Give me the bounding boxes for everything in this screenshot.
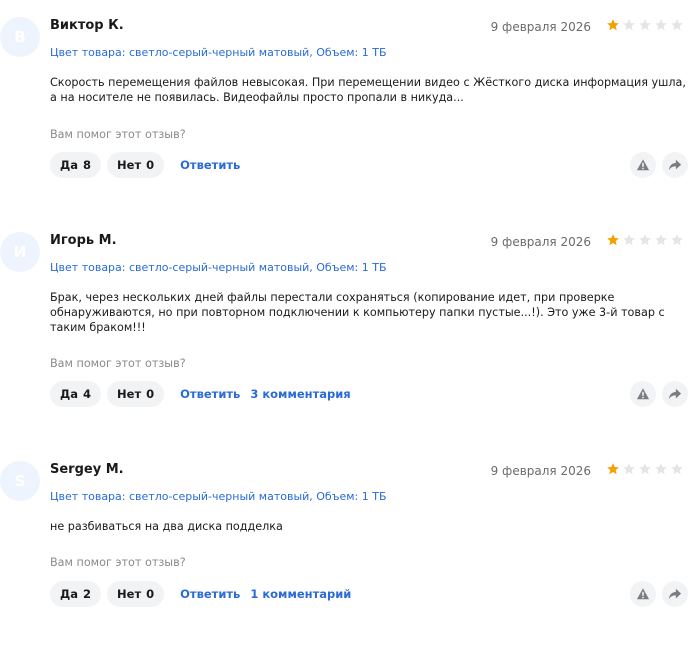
star-empty-icon — [671, 463, 683, 475]
share-button[interactable] — [662, 381, 688, 407]
yes-count: 8 — [83, 158, 92, 172]
star-empty-icon — [639, 463, 651, 475]
star-empty-icon — [623, 463, 635, 475]
star-empty-icon — [655, 19, 667, 31]
review-date: 9 февраля 2026 — [490, 235, 591, 249]
review-date: 9 февраля 2026 — [490, 464, 591, 478]
helpful-no-button[interactable]: Нет 0 — [107, 381, 165, 407]
review-text: Скорость перемещения файлов невысокая. П… — [50, 76, 686, 104]
share-arrow-icon — [668, 159, 682, 171]
review-text: Брак, через нескольких дней файлы перест… — [50, 291, 665, 334]
helpful-yes-button[interactable]: Да 4 — [50, 381, 102, 407]
yes-label: Да — [60, 387, 79, 401]
helpful-question: Вам помог этот отзыв? — [50, 556, 186, 569]
report-button[interactable] — [630, 381, 656, 407]
report-button[interactable] — [630, 152, 656, 178]
reply-link[interactable]: Ответить — [180, 158, 240, 172]
review-actions: Да 4 Нет 0 Ответить 3 комментария — [50, 381, 359, 407]
star-empty-icon — [671, 19, 683, 31]
report-button[interactable] — [630, 581, 656, 607]
comments-link[interactable]: 3 комментария — [250, 387, 350, 401]
no-count: 0 — [146, 387, 155, 401]
star-empty-icon — [639, 234, 651, 246]
product-variant-link[interactable]: Цвет товара: светло-серый-черный матовый… — [50, 45, 387, 61]
review-author: Sergey M. — [50, 462, 124, 477]
warning-icon — [636, 588, 650, 600]
review-text: не разбиваться на два диска подделка — [50, 520, 283, 533]
yes-count: 4 — [83, 387, 92, 401]
no-label: Нет — [117, 587, 142, 601]
no-count: 0 — [146, 587, 155, 601]
warning-icon — [636, 159, 650, 171]
share-button[interactable] — [662, 152, 688, 178]
comments-link[interactable]: 1 комментарий — [250, 587, 351, 601]
avatar: И — [0, 232, 40, 272]
review-author: Виктор К. — [50, 18, 124, 33]
helpful-yes-button[interactable]: Да 8 — [50, 152, 102, 178]
no-label: Нет — [117, 158, 142, 172]
yes-label: Да — [60, 158, 79, 172]
yes-label: Да — [60, 587, 79, 601]
avatar: В — [0, 17, 40, 57]
review-author: Игорь М. — [50, 233, 117, 248]
rating-stars — [606, 233, 684, 247]
reply-link[interactable]: Ответить — [180, 587, 240, 601]
star-filled-icon — [607, 463, 619, 475]
star-empty-icon — [623, 19, 635, 31]
review-date: 9 февраля 2026 — [490, 20, 591, 34]
helpful-question: Вам помог этот отзыв? — [50, 128, 186, 141]
star-empty-icon — [639, 19, 651, 31]
star-empty-icon — [655, 463, 667, 475]
no-label: Нет — [117, 387, 142, 401]
rating-stars — [606, 18, 684, 32]
warning-icon — [636, 388, 650, 400]
no-count: 0 — [146, 158, 155, 172]
helpful-no-button[interactable]: Нет 0 — [107, 152, 165, 178]
yes-count: 2 — [83, 587, 92, 601]
rating-stars — [606, 462, 684, 476]
star-filled-icon — [607, 19, 619, 31]
product-variant-link[interactable]: Цвет товара: светло-серый-черный матовый… — [50, 489, 387, 505]
star-filled-icon — [607, 234, 619, 246]
star-empty-icon — [655, 234, 667, 246]
product-variant-link[interactable]: Цвет товара: светло-серый-черный матовый… — [50, 260, 387, 276]
share-button[interactable] — [662, 581, 688, 607]
helpful-yes-button[interactable]: Да 2 — [50, 581, 102, 607]
share-arrow-icon — [668, 588, 682, 600]
star-empty-icon — [671, 234, 683, 246]
share-arrow-icon — [668, 388, 682, 400]
star-empty-icon — [623, 234, 635, 246]
review-actions: Да 8 Нет 0 Ответить — [50, 152, 248, 178]
review-actions: Да 2 Нет 0 Ответить 1 комментарий — [50, 581, 359, 607]
avatar: S — [0, 461, 40, 501]
helpful-no-button[interactable]: Нет 0 — [107, 581, 165, 607]
helpful-question: Вам помог этот отзыв? — [50, 357, 186, 370]
reply-link[interactable]: Ответить — [180, 387, 240, 401]
